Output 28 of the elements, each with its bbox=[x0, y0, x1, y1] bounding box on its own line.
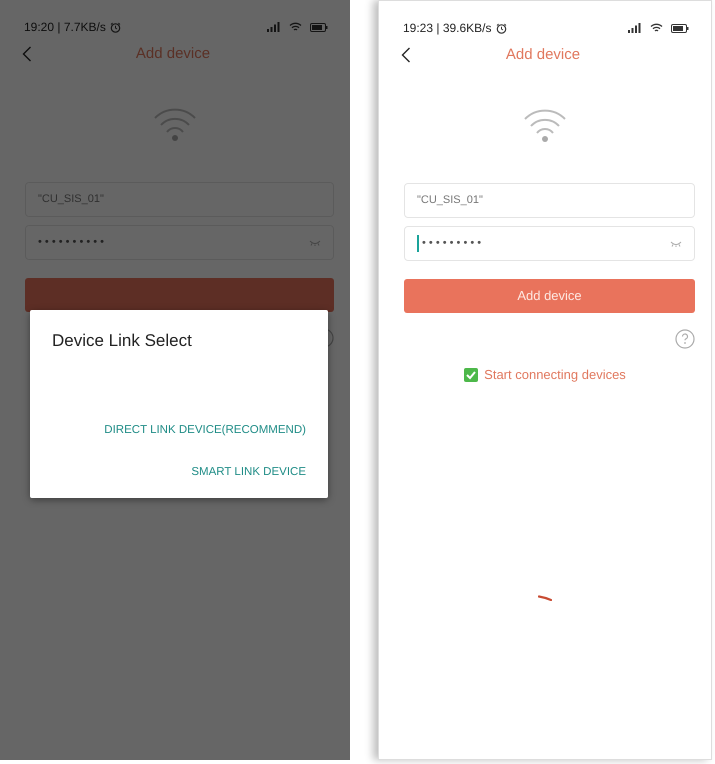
screen-title: Add device bbox=[504, 44, 582, 65]
screen-title: Add device bbox=[134, 44, 212, 64]
back-icon[interactable] bbox=[401, 47, 411, 63]
wifi-signal-icon bbox=[289, 22, 302, 32]
signal-icon bbox=[628, 23, 642, 33]
password-dots: • • • • • • • • • bbox=[422, 236, 482, 252]
eye-closed-icon[interactable] bbox=[670, 240, 682, 246]
wifi-signal-icon bbox=[650, 23, 663, 33]
dialog-title: Device Link Select bbox=[52, 330, 193, 352]
help-icon[interactable] bbox=[675, 329, 695, 349]
battery-icon bbox=[310, 22, 328, 32]
add-device-button[interactable]: Add device bbox=[404, 279, 695, 313]
status-time: 19:20 | 7.7KB/s bbox=[24, 19, 106, 36]
alarm-icon bbox=[496, 22, 507, 34]
status-time: 19:23 | 39.6KB/s bbox=[403, 20, 492, 37]
status-text: Start connecting devices bbox=[484, 366, 626, 384]
add-device-button[interactable] bbox=[25, 278, 334, 312]
ssid-field[interactable]: "CU_SIS_01" bbox=[404, 183, 695, 218]
password-field[interactable]: • • • • • • • • • bbox=[404, 226, 695, 261]
password-dots: • • • • • • • • • • bbox=[38, 235, 106, 250]
dialog-option[interactable]: DIRECT LINK DEVICE(RECOMMEND) bbox=[104, 422, 306, 439]
alarm-icon bbox=[110, 22, 121, 32]
password-field[interactable]: • • • • • • • • • • bbox=[25, 225, 334, 260]
dialog-option[interactable]: SMART LINK DEVICE bbox=[191, 464, 306, 481]
wifi-icon bbox=[153, 106, 197, 142]
battery-icon bbox=[671, 24, 689, 32]
signal-icon bbox=[267, 22, 281, 32]
wifi-icon bbox=[523, 107, 567, 143]
